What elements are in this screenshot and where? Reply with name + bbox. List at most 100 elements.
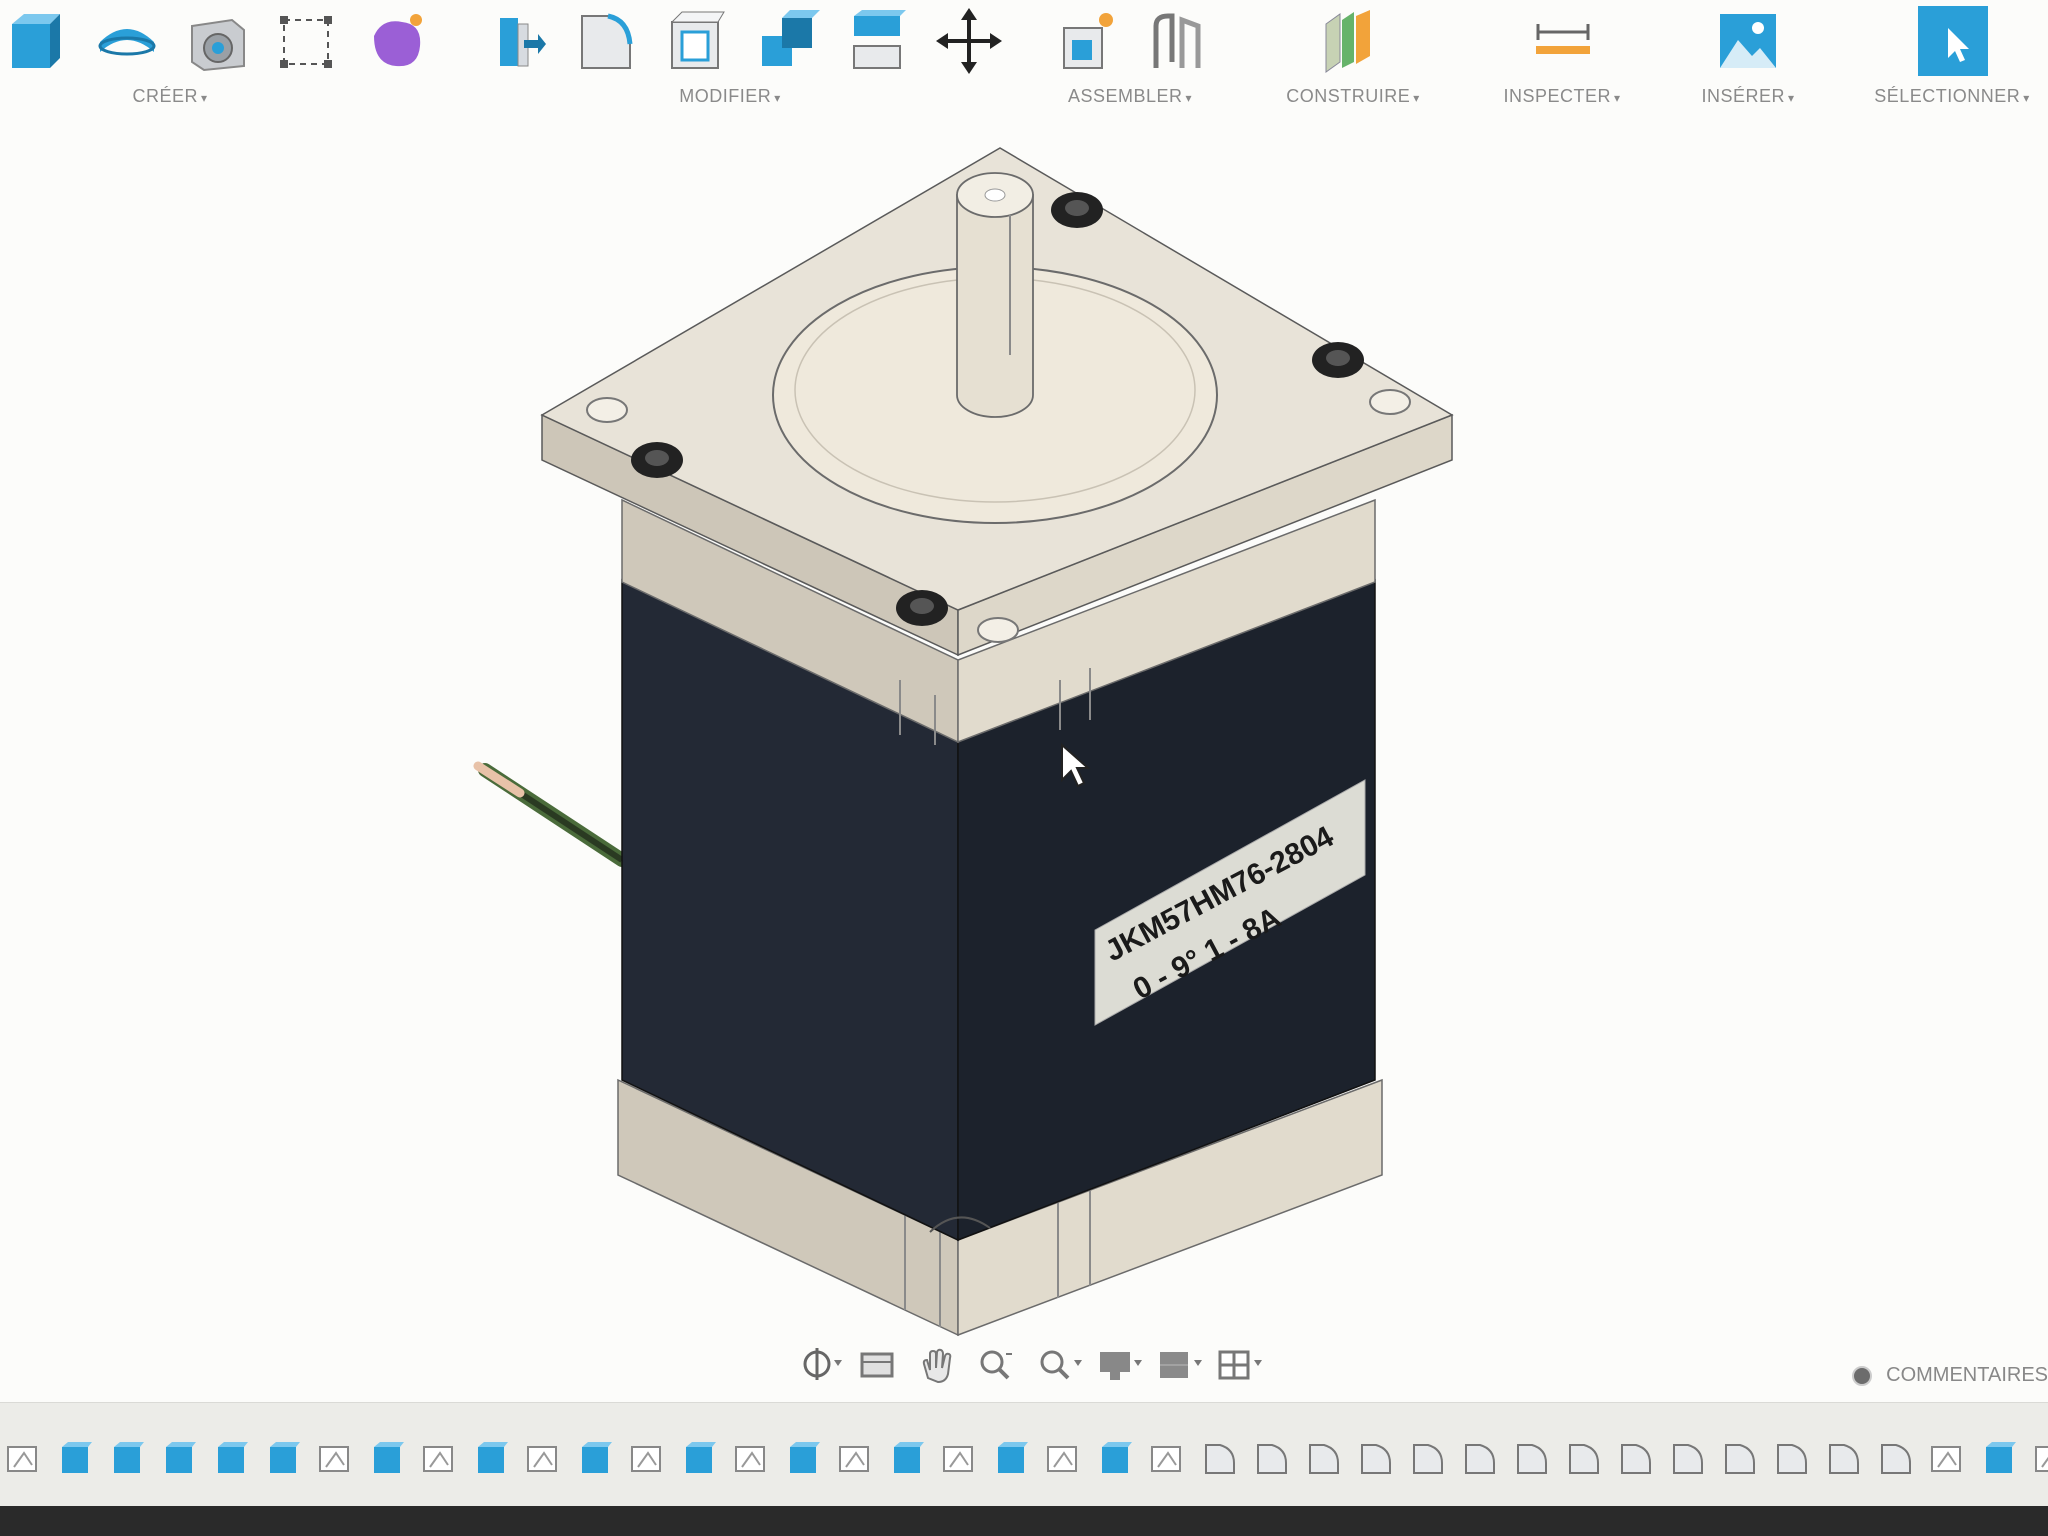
- sketch-icon: [1151, 1446, 1181, 1472]
- look-at-button[interactable]: [850, 1340, 904, 1388]
- timeline-item-body[interactable]: [364, 1439, 410, 1479]
- body-icon: [1102, 1442, 1132, 1473]
- viewports-button[interactable]: [1210, 1340, 1264, 1388]
- timeline-item-fillet[interactable]: [1352, 1439, 1398, 1479]
- timeline-item-sketch[interactable]: [2028, 1439, 2048, 1479]
- body-icon: [478, 1442, 508, 1473]
- timeline-item-fillet[interactable]: [1664, 1439, 1710, 1479]
- timeline-item-body[interactable]: [1092, 1439, 1138, 1479]
- fillet-icon: [1361, 1444, 1391, 1474]
- sketch-icon: [2035, 1446, 2048, 1472]
- timeline-item-fillet[interactable]: [1560, 1439, 1606, 1479]
- timeline-item-sketch[interactable]: [0, 1439, 46, 1479]
- timeline-item-fillet[interactable]: [1456, 1439, 1502, 1479]
- monitor-bezel: [0, 1506, 2048, 1536]
- timeline-item-body[interactable]: [884, 1439, 930, 1479]
- viewports-icon: [1218, 1350, 1262, 1380]
- fillet-icon: [1725, 1444, 1755, 1474]
- zoom-button[interactable]: [970, 1340, 1024, 1388]
- comments-label: COMMENTAIRES: [1886, 1364, 2048, 1386]
- timeline-track: [0, 1437, 2048, 1481]
- timeline-item-body[interactable]: [104, 1439, 150, 1479]
- sketch-icon: [527, 1446, 557, 1472]
- timeline-item-sketch[interactable]: [520, 1439, 566, 1479]
- fillet-icon: [1621, 1444, 1651, 1474]
- body-icon: [686, 1442, 716, 1473]
- timeline-item-fillet[interactable]: [1820, 1439, 1866, 1479]
- timeline-item-body[interactable]: [156, 1439, 202, 1479]
- fillet-icon: [1881, 1444, 1911, 1474]
- body-icon: [1986, 1442, 2016, 1473]
- fillet-icon: [1257, 1444, 1287, 1474]
- body-icon: [114, 1442, 144, 1473]
- body-icon: [62, 1442, 92, 1473]
- timeline-item-body[interactable]: [52, 1439, 98, 1479]
- sketch-icon: [319, 1446, 349, 1472]
- sketch-icon: [1931, 1446, 1961, 1472]
- display-settings-icon: [1100, 1352, 1142, 1380]
- sketch-icon: [735, 1446, 765, 1472]
- sketch-icon: [1047, 1446, 1077, 1472]
- body-icon: [582, 1442, 612, 1473]
- timeline-item-sketch[interactable]: [416, 1439, 462, 1479]
- fillet-icon: [1205, 1444, 1235, 1474]
- timeline-item-body[interactable]: [676, 1439, 722, 1479]
- timeline-item-fillet[interactable]: [1300, 1439, 1346, 1479]
- fillet-icon: [1517, 1444, 1547, 1474]
- grid-settings-icon: [1160, 1352, 1202, 1378]
- timeline-item-body[interactable]: [572, 1439, 618, 1479]
- display-settings-button[interactable]: [1090, 1340, 1144, 1388]
- canvas-viewport[interactable]: JKM57HM76-2804 0 - 9° 1 - 8A: [0, 130, 2048, 1337]
- comments-panel-toggle[interactable]: COMMENTAIRES: [1852, 1364, 2048, 1387]
- fillet-icon: [1777, 1444, 1807, 1474]
- timeline-item-sketch[interactable]: [624, 1439, 670, 1479]
- fit-button[interactable]: [1030, 1340, 1084, 1388]
- body-icon: [218, 1442, 248, 1473]
- orbit-icon: [803, 1348, 842, 1380]
- timeline-item-body[interactable]: [988, 1439, 1034, 1479]
- timeline-item-body[interactable]: [468, 1439, 514, 1479]
- timeline-item-sketch[interactable]: [312, 1439, 358, 1479]
- fillet-icon: [1309, 1444, 1339, 1474]
- motor-shaft: [956, 172, 1034, 418]
- pan-button[interactable]: [910, 1340, 964, 1388]
- timeline-item-fillet[interactable]: [1612, 1439, 1658, 1479]
- timeline-item-fillet[interactable]: [1768, 1439, 1814, 1479]
- timeline-item-fillet[interactable]: [1508, 1439, 1554, 1479]
- sketch-icon: [839, 1446, 869, 1472]
- body-icon: [270, 1442, 300, 1473]
- timeline-item-body[interactable]: [1976, 1439, 2022, 1479]
- pan-icon: [922, 1348, 952, 1384]
- timeline-item-sketch[interactable]: [832, 1439, 878, 1479]
- look-at-icon: [860, 1352, 894, 1378]
- timeline-item-fillet[interactable]: [1196, 1439, 1242, 1479]
- body-icon: [374, 1442, 404, 1473]
- comments-toggle-icon[interactable]: [1852, 1365, 1873, 1386]
- navigation-bar: [790, 1336, 1264, 1392]
- stepper-motor-model: JKM57HM76-2804 0 - 9° 1 - 8A: [473, 147, 1454, 1337]
- zoom-icon: [980, 1350, 1012, 1380]
- timeline-item-body[interactable]: [780, 1439, 826, 1479]
- timeline-item-body[interactable]: [208, 1439, 254, 1479]
- orbit-button[interactable]: [790, 1340, 844, 1388]
- timeline-item-sketch[interactable]: [728, 1439, 774, 1479]
- fillet-icon: [1829, 1444, 1859, 1474]
- timeline-item-fillet[interactable]: [1872, 1439, 1918, 1479]
- body-icon: [998, 1442, 1028, 1473]
- timeline-item-sketch[interactable]: [1924, 1439, 1970, 1479]
- fillet-icon: [1465, 1444, 1495, 1474]
- sketch-icon: [7, 1446, 37, 1472]
- timeline-item-body[interactable]: [260, 1439, 306, 1479]
- timeline-item-sketch[interactable]: [1144, 1439, 1190, 1479]
- timeline-item-sketch[interactable]: [1040, 1439, 1086, 1479]
- fillet-icon: [1413, 1444, 1443, 1474]
- body-icon: [790, 1442, 820, 1473]
- timeline-item-sketch[interactable]: [936, 1439, 982, 1479]
- timeline-item-fillet[interactable]: [1248, 1439, 1294, 1479]
- timeline-item-fillet[interactable]: [1716, 1439, 1762, 1479]
- timeline-item-fillet[interactable]: [1404, 1439, 1450, 1479]
- grid-settings-button[interactable]: [1150, 1340, 1204, 1388]
- sketch-icon: [631, 1446, 661, 1472]
- body-icon: [166, 1442, 196, 1473]
- body-icon: [894, 1442, 924, 1473]
